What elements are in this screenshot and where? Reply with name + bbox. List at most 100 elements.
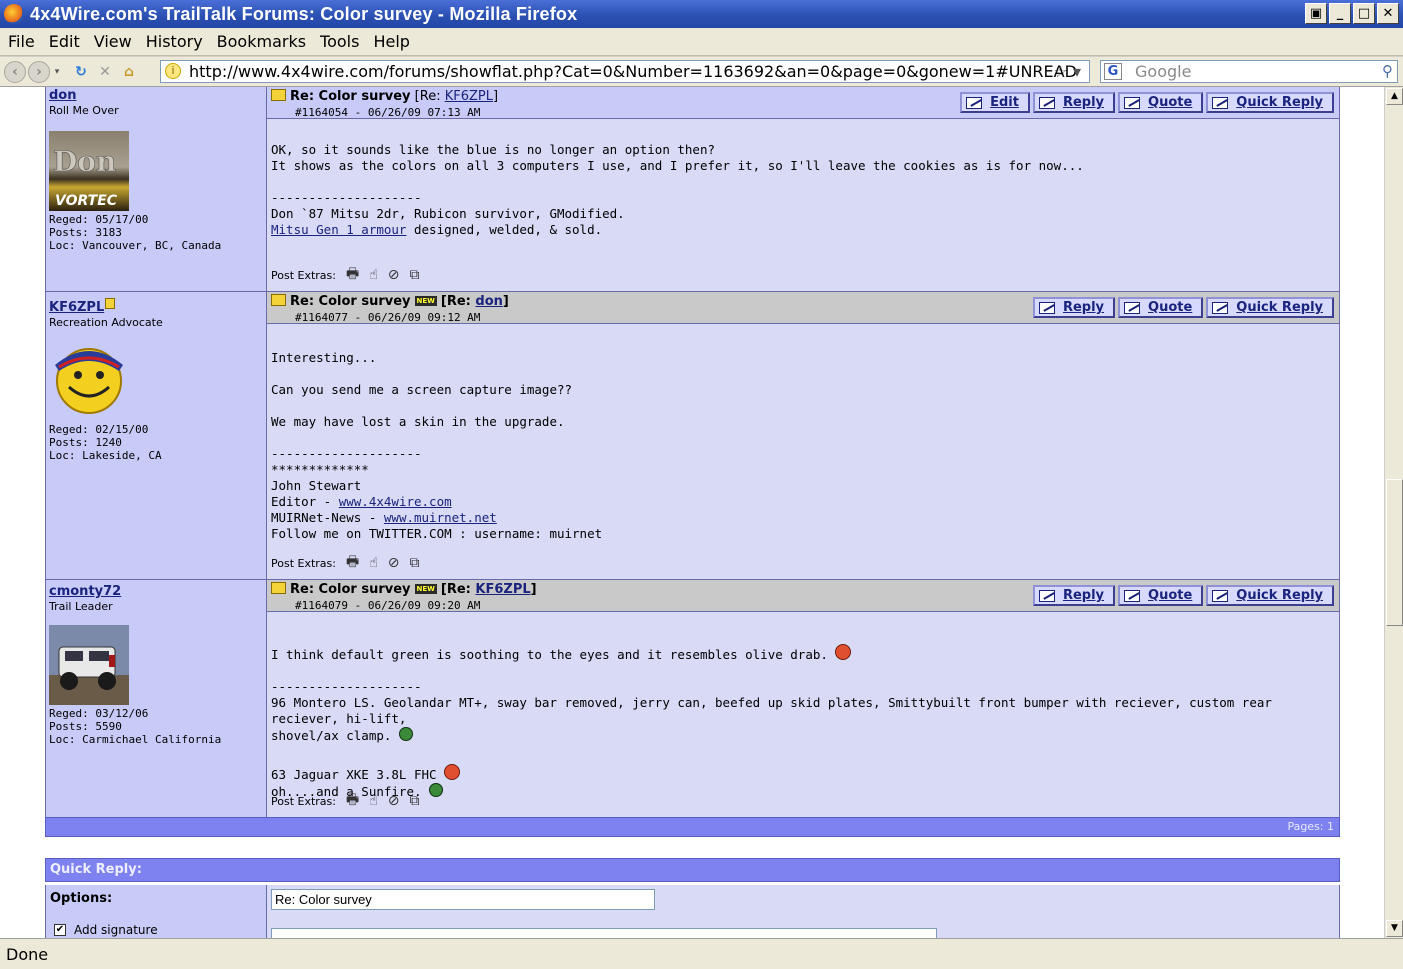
- search-placeholder: Google: [1135, 62, 1192, 81]
- re-suffix: ]: [492, 89, 499, 104]
- new-icon: NEW: [414, 584, 437, 594]
- url-bar[interactable]: i http://www.4x4wire.com/forums/showflat…: [160, 60, 1090, 83]
- quick-reply-button[interactable]: Quick Reply: [1206, 585, 1334, 606]
- reply-label: Reply: [1062, 95, 1105, 110]
- svg-text:Don: Don: [53, 145, 116, 178]
- author-name-link[interactable]: cmonty72: [49, 584, 263, 599]
- menu-history[interactable]: History: [146, 32, 203, 51]
- minimize-button[interactable]: _: [1329, 3, 1351, 24]
- signature-text: Editor -: [271, 494, 339, 509]
- edit-button[interactable]: Edit: [960, 92, 1030, 113]
- thread-icon[interactable]: ⧉: [409, 555, 419, 571]
- reload-icon[interactable]: ↻: [70, 61, 92, 83]
- book-icon: [271, 582, 286, 594]
- body-line: We may have lost a skin in the upgrade.: [271, 414, 565, 429]
- reply-button[interactable]: Reply: [1032, 297, 1116, 318]
- vertical-scrollbar[interactable]: ▲ ▼: [1384, 87, 1403, 938]
- reply-button[interactable]: Reply: [1032, 92, 1116, 113]
- body-line: Interesting...: [271, 350, 377, 365]
- menu-tools[interactable]: Tools: [320, 32, 359, 51]
- scroll-down-icon[interactable]: ▼: [1386, 920, 1403, 937]
- quote-button[interactable]: Quote: [1118, 297, 1204, 318]
- print-icon[interactable]: 🖶: [346, 551, 359, 575]
- quick-reply-label: Quick Reply: [1236, 95, 1323, 110]
- stop-icon[interactable]: ✕: [94, 61, 116, 83]
- 4x4wire-link[interactable]: www.4x4wire.com: [339, 494, 452, 509]
- post-extras-label: Post Extras:: [271, 268, 336, 282]
- menu-help[interactable]: Help: [373, 32, 409, 51]
- author-location: Loc: Vancouver, BC, Canada: [49, 239, 222, 252]
- signature-line: 63 Jaguar XKE 3.8L FHC: [271, 764, 1329, 783]
- google-engine-icon[interactable]: G: [1104, 63, 1122, 80]
- report-icon[interactable]: ⊘: [388, 793, 400, 809]
- re-user-link[interactable]: don: [475, 294, 503, 309]
- page-viewport: don Roll Me Over Don VORTEC Reged: 05/17/…: [0, 87, 1384, 938]
- smiley-red-icon: [835, 644, 852, 660]
- notify-icon[interactable]: ☝: [369, 793, 378, 809]
- scroll-thumb[interactable]: [1386, 479, 1403, 626]
- thread-icon[interactable]: ⧉: [409, 793, 419, 809]
- notify-icon[interactable]: ☝: [369, 267, 378, 283]
- print-icon[interactable]: 🖶: [346, 263, 359, 287]
- maximize-button[interactable]: □: [1353, 3, 1375, 24]
- quote-icon: [1124, 301, 1141, 314]
- avatar-graphic: Don VORTEC: [53, 145, 118, 209]
- menu-bookmarks[interactable]: Bookmarks: [217, 32, 306, 51]
- subject-text: Re: Color survey: [290, 294, 411, 309]
- history-dropdown-icon[interactable]: ▾: [52, 61, 62, 83]
- body-line: OK, so it sounds like the blue is no lon…: [271, 142, 716, 157]
- forward-icon[interactable]: ›: [28, 60, 50, 83]
- back-icon[interactable]: ‹: [4, 60, 26, 83]
- status-text: Done: [6, 944, 49, 964]
- scroll-up-icon[interactable]: ▲: [1386, 88, 1403, 105]
- site-info-icon[interactable]: i: [165, 63, 181, 79]
- re-prefix: [Re:: [440, 294, 476, 309]
- menu-file[interactable]: File: [8, 32, 35, 51]
- signature-text: designed, welded, & sold.: [406, 222, 603, 237]
- quote-icon: [1124, 589, 1141, 602]
- author-name-link[interactable]: KF6ZPL: [49, 300, 104, 315]
- add-signature-checkbox[interactable]: ✔: [54, 924, 66, 936]
- quote-label: Quote: [1148, 300, 1193, 315]
- signature-line: 96 Montero LS. Geolandar MT+, sway bar r…: [271, 695, 1272, 726]
- quick-reply-button[interactable]: Quick Reply: [1206, 297, 1334, 318]
- quote-button[interactable]: Quote: [1118, 585, 1204, 606]
- print-icon[interactable]: 🖶: [346, 789, 359, 813]
- quick-reply-label: Quick Reply: [1236, 588, 1323, 603]
- extra-window-icon[interactable]: ▣: [1305, 3, 1327, 24]
- report-icon[interactable]: ⊘: [388, 555, 400, 571]
- re-user-link[interactable]: KF6ZPL: [475, 582, 530, 597]
- search-input[interactable]: G Google ⚲: [1100, 60, 1398, 83]
- close-button[interactable]: ✕: [1377, 3, 1399, 24]
- post-body: Interesting... Can you send me a screen …: [271, 350, 1329, 542]
- quote-button[interactable]: Quote: [1118, 92, 1204, 113]
- home-icon[interactable]: ⌂: [118, 61, 140, 83]
- post-subject: Re: Color survey NEW [Re: KF6ZPL]: [271, 582, 537, 597]
- menu-view[interactable]: View: [94, 32, 132, 51]
- reply-button[interactable]: Reply: [1032, 585, 1116, 606]
- quote-label: Quote: [1148, 95, 1193, 110]
- author-name-link[interactable]: don: [49, 88, 263, 103]
- post-content: Re: Color survey NEW [Re: KF6ZPL] #1164079…: [267, 580, 1339, 817]
- search-icon[interactable]: ⚲: [1382, 62, 1393, 80]
- book-icon: [271, 294, 286, 306]
- subject-input[interactable]: Re: Color survey: [271, 889, 655, 910]
- options-label: Options:: [50, 891, 113, 906]
- mitsu-armour-link[interactable]: Mitsu Gen 1 armour: [271, 222, 406, 237]
- thread-icon[interactable]: ⧉: [409, 267, 419, 283]
- author-location: Loc: Carmichael California: [49, 733, 222, 746]
- bookmark-star-icon[interactable]: ☆ ▾: [1054, 62, 1081, 81]
- post-subject: Re: Color survey [Re: KF6ZPL]: [271, 89, 498, 104]
- report-icon[interactable]: ⊘: [388, 267, 400, 283]
- message-textarea[interactable]: [271, 928, 937, 938]
- muirnet-link[interactable]: www.muirnet.net: [384, 510, 497, 525]
- quick-reply-button[interactable]: Quick Reply: [1206, 92, 1334, 113]
- re-user-link[interactable]: KF6ZPL: [445, 89, 493, 104]
- signature-separator: --------------------: [271, 679, 422, 694]
- post-extras: Post Extras: 🖶 ☝ ⊘ ⧉: [271, 263, 419, 287]
- re-suffix: ]: [502, 294, 509, 309]
- menu-edit[interactable]: Edit: [49, 32, 80, 51]
- notify-icon[interactable]: ☝: [369, 555, 378, 571]
